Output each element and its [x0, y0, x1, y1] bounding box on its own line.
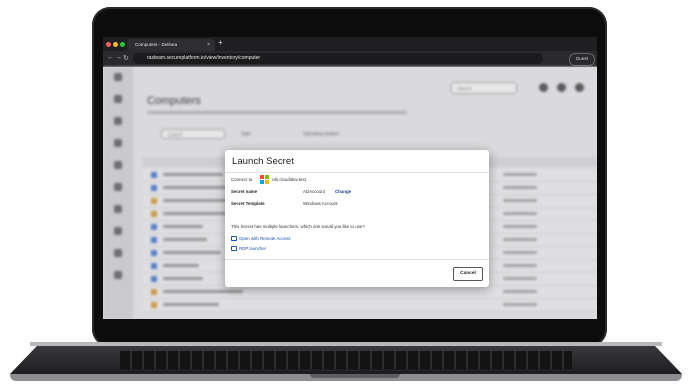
laptop-hinge	[30, 342, 662, 346]
window-close-dot[interactable]	[106, 42, 111, 47]
browser-tab-bar: Computers - Delinea × +	[103, 37, 597, 51]
logo-square-green	[264, 175, 269, 180]
guest-label: Guest	[575, 56, 588, 61]
cancel-button[interactable]: Cancel	[453, 267, 483, 281]
monitor-icon	[231, 246, 237, 252]
new-tab-icon[interactable]: +	[218, 38, 223, 47]
logo-square-red	[260, 175, 265, 180]
launch-secret-dialog: Launch Secret Connect to rds.cloudidev.t…	[225, 150, 489, 287]
change-secret-link[interactable]: Change	[335, 189, 351, 194]
windows-logo-icon	[260, 175, 269, 184]
secret-template-value: Windows Account	[303, 201, 338, 206]
launchers-prompt: This Secret has multiple launchers, whic…	[231, 224, 365, 229]
logo-square-yellow	[264, 179, 269, 184]
browser-tab[interactable]: Computers - Delinea ×	[127, 39, 215, 51]
keyboard	[120, 351, 572, 369]
rdp-launcher-option[interactable]: RDP launcher	[231, 246, 267, 252]
laptop-opening-notch	[310, 374, 400, 378]
forward-icon[interactable]: →	[115, 54, 122, 61]
remote-access-icon	[231, 236, 237, 242]
connect-to-value: rds.cloudidev.test	[272, 177, 306, 182]
tab-close-icon[interactable]: ×	[207, 39, 210, 51]
window-maximize-dot[interactable]	[120, 42, 125, 47]
launcher-label: RDP launcher	[239, 246, 267, 251]
dialog-header-divider	[225, 172, 489, 173]
logo-square-blue	[260, 179, 265, 184]
connect-to-label: Connect to	[231, 177, 253, 182]
window-minimize-dot[interactable]	[113, 42, 118, 47]
secret-template-label: Secret Template	[231, 201, 265, 206]
open-with-remote-access-option[interactable]: Open with Remote Access	[231, 236, 291, 242]
guest-profile-button[interactable]: Guest	[568, 53, 595, 66]
dialog-title: Launch Secret	[232, 156, 294, 167]
reload-icon[interactable]: ↻	[123, 54, 129, 62]
tab-title: Computers - Delinea	[135, 42, 178, 47]
launcher-label: Open with Remote Access	[239, 236, 291, 241]
dialog-footer-divider	[225, 259, 489, 260]
secret-name-label: Secret name	[231, 189, 258, 194]
browser-address-bar: ← → ↻ rasteam.secureplatform.io/view/inv…	[103, 51, 597, 67]
url-text: rasteam.secureplatform.io/view/inventory…	[147, 55, 261, 61]
url-field[interactable]: rasteam.secureplatform.io/view/inventory…	[133, 53, 543, 64]
back-icon[interactable]: ←	[107, 54, 114, 61]
secret-name-value: ADAccount	[303, 189, 325, 194]
laptop-base	[10, 342, 682, 382]
